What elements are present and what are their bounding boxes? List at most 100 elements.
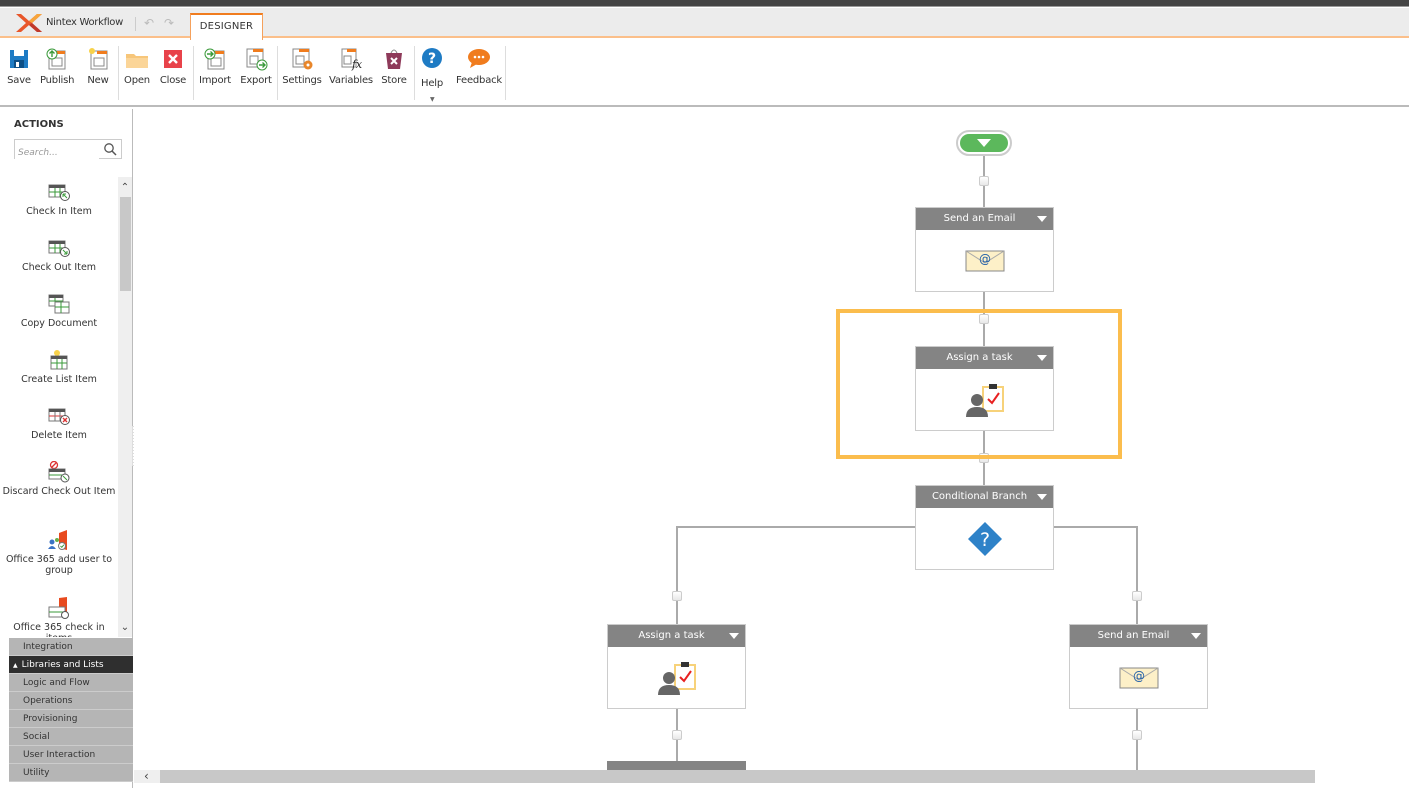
- actions-scrollbar[interactable]: ⌃ ⌄: [118, 177, 132, 637]
- undo-icon[interactable]: ↶: [144, 16, 154, 30]
- redo-icon[interactable]: ↷: [164, 16, 174, 30]
- assign-task-icon: [965, 383, 1004, 417]
- email-icon: @: [1119, 667, 1158, 688]
- new-workflow-icon: [89, 48, 108, 70]
- workflow-start-node[interactable]: [956, 130, 1012, 156]
- condition-icon: ?: [967, 521, 1002, 556]
- action-search-input[interactable]: [15, 144, 99, 162]
- window-top-bar: [0, 0, 1409, 7]
- publish-icon: [46, 48, 66, 70]
- node-header: Assign a task: [916, 347, 1053, 369]
- feedback-button[interactable]: Feedback: [453, 46, 505, 86]
- category-utility[interactable]: Utility: [9, 764, 133, 782]
- scroll-left-icon[interactable]: ‹: [144, 770, 149, 783]
- workflow-canvas[interactable]: Send an Email @ Assign a task Conditiona…: [134, 109, 1409, 770]
- assign-task-icon: [657, 661, 696, 695]
- office365-add-user-icon: [48, 530, 67, 550]
- scroll-up-icon[interactable]: ⌃: [118, 181, 132, 195]
- action-delete-item[interactable]: Delete Item: [0, 405, 118, 441]
- actions-list: Check In Item Check Out Item Copy Docume…: [0, 167, 118, 637]
- ribbon-divider: [505, 46, 506, 100]
- node-menu-caret-icon[interactable]: [1037, 355, 1047, 361]
- node-menu-caret-icon[interactable]: [1191, 633, 1201, 639]
- scrollbar-thumb[interactable]: [120, 197, 131, 291]
- save-button[interactable]: Save: [6, 46, 32, 86]
- branch-line: [676, 526, 678, 625]
- copy-document-icon: [48, 294, 70, 314]
- action-node-send-email[interactable]: Send an Email @: [915, 207, 1054, 292]
- action-node-send-email[interactable]: Send an Email @: [1069, 624, 1208, 709]
- canvas-horizontal-scrollbar[interactable]: ‹: [134, 770, 1315, 783]
- node-menu-caret-icon[interactable]: [1037, 494, 1047, 500]
- open-button[interactable]: Open: [122, 46, 152, 86]
- discard-check-out-icon: [48, 461, 70, 483]
- drop-connector[interactable]: [1132, 591, 1142, 601]
- nintex-workflow-designer: Nintex Workflow ↶ ↷ DESIGNER Save Publis…: [0, 0, 1419, 788]
- store-button[interactable]: Store: [379, 46, 409, 86]
- action-check-out-item[interactable]: Check Out Item: [0, 237, 118, 273]
- nintex-logo-icon: [16, 14, 42, 32]
- category-integration[interactable]: Integration: [9, 638, 133, 656]
- expand-triangle-icon: ▲: [13, 662, 18, 669]
- export-button[interactable]: Export: [237, 46, 275, 86]
- import-button[interactable]: Import: [196, 46, 234, 86]
- action-discard-check-out-item[interactable]: Discard Check Out Item: [0, 461, 118, 497]
- scroll-down-icon[interactable]: ⌄: [118, 621, 132, 635]
- action-office365-check-in-items[interactable]: Office 365 check in items: [0, 597, 118, 637]
- action-node-assign-task[interactable]: Assign a task: [607, 624, 746, 709]
- svg-text:@: @: [979, 252, 991, 266]
- save-icon: [10, 50, 28, 68]
- category-libraries-and-lists[interactable]: ▲ Libraries and Lists: [9, 656, 133, 674]
- drop-connector[interactable]: [672, 591, 682, 601]
- category-user-interaction[interactable]: User Interaction: [9, 746, 133, 764]
- action-node-assign-task[interactable]: Assign a task: [915, 346, 1054, 431]
- node-header: Send an Email: [916, 208, 1053, 230]
- action-categories: Integration ▲ Libraries and Lists Logic a…: [9, 638, 133, 782]
- close-icon: [164, 50, 182, 68]
- new-button[interactable]: New: [84, 46, 112, 86]
- category-provisioning[interactable]: Provisioning: [9, 710, 133, 728]
- close-button[interactable]: Close: [158, 46, 188, 86]
- drop-connector[interactable]: [672, 730, 682, 740]
- check-out-item-icon: [48, 240, 70, 257]
- start-arrow-icon: [960, 134, 1008, 152]
- category-operations[interactable]: Operations: [9, 692, 133, 710]
- settings-button[interactable]: Settings: [280, 46, 324, 86]
- action-check-in-item[interactable]: Check In Item: [0, 181, 118, 217]
- ribbon-divider: [193, 46, 194, 100]
- header-bar: Nintex Workflow ↶ ↷ DESIGNER: [0, 8, 1409, 40]
- partial-action-node[interactable]: [607, 761, 746, 770]
- svg-text:?: ?: [979, 529, 989, 551]
- category-logic-and-flow[interactable]: Logic and Flow: [9, 674, 133, 692]
- search-icon[interactable]: [103, 142, 117, 156]
- feedback-icon: [468, 49, 490, 68]
- node-header: Send an Email: [1070, 625, 1207, 647]
- node-menu-caret-icon[interactable]: [1037, 216, 1047, 222]
- svg-text:?: ?: [428, 51, 436, 67]
- branch-line-right: [1052, 526, 1138, 528]
- scrollbar-thumb[interactable]: [160, 770, 1315, 783]
- action-copy-document[interactable]: Copy Document: [0, 293, 118, 329]
- tab-designer[interactable]: DESIGNER: [190, 13, 263, 40]
- action-create-list-item[interactable]: Create List Item: [0, 349, 118, 385]
- settings-icon: [292, 48, 313, 70]
- branch-line: [1136, 526, 1138, 625]
- drop-connector[interactable]: [1132, 730, 1142, 740]
- action-search: [14, 139, 122, 162]
- help-icon: ?: [422, 48, 442, 68]
- publish-button[interactable]: Publish: [40, 46, 74, 86]
- branch-line-left: [676, 526, 916, 528]
- category-social[interactable]: Social: [9, 728, 133, 746]
- node-menu-caret-icon[interactable]: [729, 633, 739, 639]
- variables-button[interactable]: fx Variables: [327, 46, 375, 86]
- variables-icon: fx: [341, 48, 363, 71]
- check-in-item-icon: [48, 184, 70, 201]
- action-office365-add-user-to-group[interactable]: Office 365 add user to group: [0, 529, 118, 576]
- help-button[interactable]: ? Help: [419, 46, 445, 89]
- action-node-conditional-branch[interactable]: Conditional Branch ?: [915, 485, 1054, 570]
- brand-name: Nintex Workflow: [46, 17, 124, 28]
- import-icon: [204, 48, 225, 70]
- delete-item-icon: [48, 408, 70, 425]
- help-dropdown-caret[interactable]: ▼: [430, 96, 435, 103]
- drop-connector[interactable]: [979, 176, 989, 186]
